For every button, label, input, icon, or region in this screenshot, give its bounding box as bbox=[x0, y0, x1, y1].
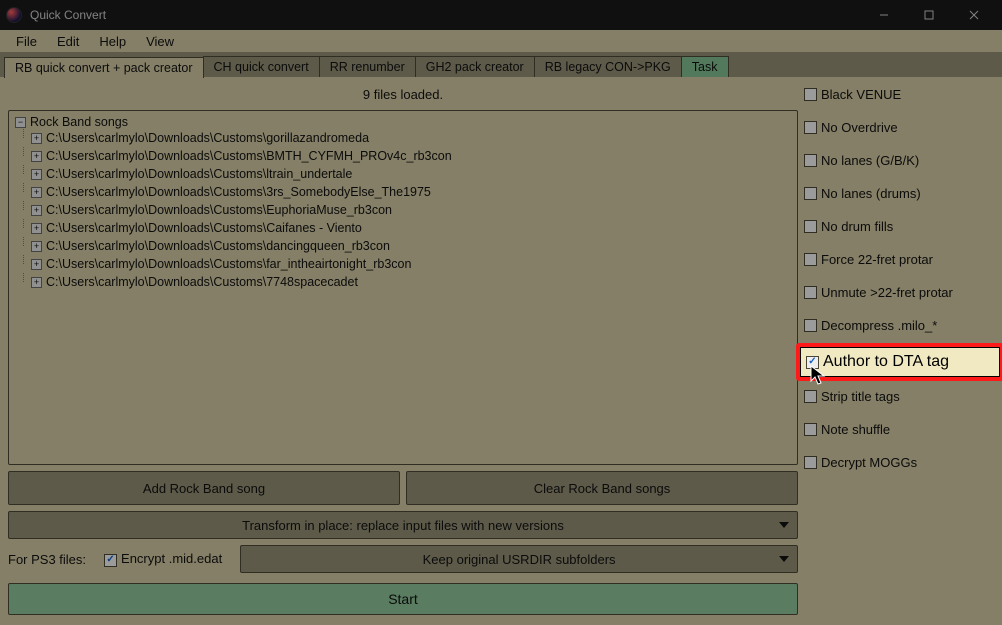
tree-view[interactable]: −Rock Band songs + C:\Users\carlmylo\Downl… bbox=[8, 110, 798, 465]
tree-item[interactable]: + C:\Users\carlmylo\Downloads\Customs\gor… bbox=[15, 129, 791, 147]
tree-expand-icon[interactable]: + bbox=[31, 133, 42, 144]
chevron-down-icon bbox=[779, 556, 789, 562]
tree-item-label: C:\Users\carlmylo\Downloads\Customs\far_… bbox=[46, 255, 411, 273]
menubar: File Edit Help View bbox=[0, 30, 1002, 52]
option-label: Decrypt MOGGs bbox=[821, 455, 917, 470]
menu-help[interactable]: Help bbox=[89, 32, 136, 51]
status-line: 9 files loaded. bbox=[8, 83, 798, 104]
tree-item[interactable]: + C:\Users\carlmylo\Downloads\Customs\far… bbox=[15, 255, 791, 273]
tree-item-label: C:\Users\carlmylo\Downloads\Customs\danc… bbox=[46, 237, 390, 255]
tree-expand-icon[interactable]: + bbox=[31, 277, 42, 288]
option-label: No Overdrive bbox=[821, 120, 898, 135]
cursor-icon bbox=[810, 365, 828, 387]
tree-expand-icon[interactable]: + bbox=[31, 241, 42, 252]
transform-label: Transform in place: replace input files … bbox=[242, 518, 564, 533]
option-label: No drum fills bbox=[821, 219, 893, 234]
checkbox-no_lanes_gbk[interactable] bbox=[804, 154, 817, 167]
tab-rr-renumber[interactable]: RR renumber bbox=[319, 56, 416, 77]
tree-expand-icon[interactable]: + bbox=[31, 223, 42, 234]
tree-item[interactable]: + C:\Users\carlmylo\Downloads\Customs\3rs… bbox=[15, 183, 791, 201]
option-force_22fret[interactable]: Force 22-fret protar bbox=[804, 252, 994, 267]
tree-item-label: C:\Users\carlmylo\Downloads\Customs\7748… bbox=[46, 273, 358, 291]
option-label: Decompress .milo_* bbox=[821, 318, 937, 333]
tree-expand-icon[interactable]: + bbox=[31, 151, 42, 162]
checkbox-strip_title[interactable] bbox=[804, 390, 817, 403]
ps3-label: For PS3 files: bbox=[8, 552, 86, 567]
tree-item[interactable]: + C:\Users\carlmylo\Downloads\Customs\dan… bbox=[15, 237, 791, 255]
tree-item[interactable]: + C:\Users\carlmylo\Downloads\Customs\Cai… bbox=[15, 219, 791, 237]
tree-item-label: C:\Users\carlmylo\Downloads\Customs\gori… bbox=[46, 129, 369, 147]
option-note_shuffle[interactable]: Note shuffle bbox=[804, 422, 994, 437]
option-label: Black VENUE bbox=[821, 87, 901, 102]
tree-collapse-icon[interactable]: − bbox=[15, 117, 26, 128]
option-no_drum_fills[interactable]: No drum fills bbox=[804, 219, 994, 234]
tree-item-label: C:\Users\carlmylo\Downloads\Customs\Caif… bbox=[46, 219, 362, 237]
tree-item-label: C:\Users\carlmylo\Downloads\Customs\BMTH… bbox=[46, 147, 452, 165]
tree-item-label: C:\Users\carlmylo\Downloads\Customs\Euph… bbox=[46, 201, 392, 219]
clear-songs-button[interactable]: Clear Rock Band songs bbox=[406, 471, 798, 505]
option-decrypt_moggs[interactable]: Decrypt MOGGs bbox=[804, 455, 994, 470]
option-label: No lanes (drums) bbox=[821, 186, 921, 201]
close-button[interactable] bbox=[951, 1, 996, 29]
tree-item[interactable]: + C:\Users\carlmylo\Downloads\Customs\774… bbox=[15, 273, 791, 291]
tree-root-label: Rock Band songs bbox=[30, 115, 128, 129]
tree-item[interactable]: + C:\Users\carlmylo\Downloads\Customs\ltr… bbox=[15, 165, 791, 183]
subfolder-value: Keep original USRDIR subfolders bbox=[423, 552, 616, 567]
encrypt-checkbox-row[interactable]: Encrypt .mid.edat bbox=[104, 551, 222, 566]
checkbox-force_22fret[interactable] bbox=[804, 253, 817, 266]
option-no_overdrive[interactable]: No Overdrive bbox=[804, 120, 994, 135]
checkbox-note_shuffle[interactable] bbox=[804, 423, 817, 436]
option-no_lanes_drums[interactable]: No lanes (drums) bbox=[804, 186, 994, 201]
encrypt-label: Encrypt .mid.edat bbox=[121, 551, 222, 566]
tree-item-label: C:\Users\carlmylo\Downloads\Customs\ltra… bbox=[46, 165, 352, 183]
app-icon bbox=[6, 7, 22, 23]
tab-rb-legacy-con-pkg[interactable]: RB legacy CON->PKG bbox=[534, 56, 682, 77]
tree-expand-icon[interactable]: + bbox=[31, 187, 42, 198]
option-decompress_milo[interactable]: Decompress .milo_* bbox=[804, 318, 994, 333]
checkbox-no_overdrive[interactable] bbox=[804, 121, 817, 134]
window-title: Quick Convert bbox=[30, 8, 861, 22]
option-black_venue[interactable]: Black VENUE bbox=[804, 87, 994, 102]
option-unmute_22fret[interactable]: Unmute >22-fret protar bbox=[804, 285, 994, 300]
titlebar: Quick Convert bbox=[0, 0, 1002, 30]
tab-ch-quick-convert[interactable]: CH quick convert bbox=[203, 56, 320, 77]
option-label: No lanes (G/B/K) bbox=[821, 153, 919, 168]
tree-item[interactable]: + C:\Users\carlmylo\Downloads\Customs\Eup… bbox=[15, 201, 791, 219]
option-label: Strip title tags bbox=[821, 389, 900, 404]
tab-gh2-pack-creator[interactable]: GH2 pack creator bbox=[415, 56, 535, 77]
option-label: Unmute >22-fret protar bbox=[821, 285, 953, 300]
menu-edit[interactable]: Edit bbox=[47, 32, 89, 51]
encrypt-checkbox[interactable] bbox=[104, 554, 117, 567]
checkbox-black_venue[interactable] bbox=[804, 88, 817, 101]
chevron-down-icon bbox=[779, 522, 789, 528]
option-strip_title[interactable]: Strip title tags bbox=[804, 389, 994, 404]
checkbox-unmute_22fret[interactable] bbox=[804, 286, 817, 299]
checkbox-no_drum_fills[interactable] bbox=[804, 220, 817, 233]
tree-expand-icon[interactable]: + bbox=[31, 205, 42, 216]
option-no_lanes_gbk[interactable]: No lanes (G/B/K) bbox=[804, 153, 994, 168]
menu-view[interactable]: View bbox=[136, 32, 184, 51]
option-label: Author to DTA tag bbox=[823, 353, 949, 371]
checkbox-decompress_milo[interactable] bbox=[804, 319, 817, 332]
minimize-button[interactable] bbox=[861, 1, 906, 29]
tab-rb-quick-convert-pack-creator[interactable]: RB quick convert + pack creator bbox=[4, 57, 204, 78]
transform-dropdown[interactable]: Transform in place: replace input files … bbox=[8, 511, 798, 539]
maximize-button[interactable] bbox=[906, 1, 951, 29]
tab-strip: RB quick convert + pack creatorCH quick … bbox=[0, 52, 1002, 77]
start-button[interactable]: Start bbox=[8, 583, 798, 615]
tree-expand-icon[interactable]: + bbox=[31, 259, 42, 270]
tree-item[interactable]: + C:\Users\carlmylo\Downloads\Customs\BMT… bbox=[15, 147, 791, 165]
add-song-button[interactable]: Add Rock Band song bbox=[8, 471, 400, 505]
tree-expand-icon[interactable]: + bbox=[31, 169, 42, 180]
checkbox-no_lanes_drums[interactable] bbox=[804, 187, 817, 200]
checkbox-decrypt_moggs[interactable] bbox=[804, 456, 817, 469]
menu-file[interactable]: File bbox=[6, 32, 47, 51]
tree-item-label: C:\Users\carlmylo\Downloads\Customs\3rs_… bbox=[46, 183, 431, 201]
option-label: Note shuffle bbox=[821, 422, 890, 437]
subfolder-dropdown[interactable]: Keep original USRDIR subfolders bbox=[240, 545, 798, 573]
tab-task[interactable]: Task bbox=[681, 56, 729, 77]
option-label: Force 22-fret protar bbox=[821, 252, 933, 267]
